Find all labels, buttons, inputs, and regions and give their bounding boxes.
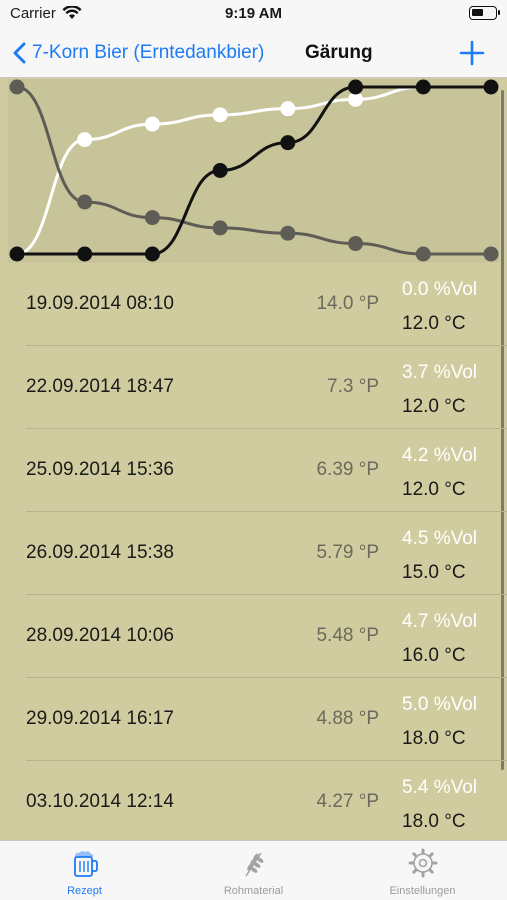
series-2-point-3 [212,163,228,178]
series-0-point-1 [77,132,93,148]
series-1-point-6 [415,246,431,262]
entry-plato: 4.88 °P [316,708,379,729]
chart-svg [9,79,499,262]
list-item[interactable]: 19.09.2014 08:10 14.0 °P 0.0 %Vol 12.0 °… [0,263,507,346]
series-2-point-6 [415,79,431,95]
list-item[interactable]: 26.09.2014 15:38 5.79 °P 4.5 %Vol 15.0 °… [0,512,507,595]
series-1-point-5 [348,236,364,252]
entry-date: 22.09.2014 18:47 [26,376,174,397]
tab-label-rezept: Rezept [67,885,102,897]
back-button[interactable]: 7-Korn Bier (Erntedankbier) [12,38,264,68]
entry-date: 29.09.2014 16:17 [26,708,174,729]
entry-alcohol: 5.0 %Vol [402,694,477,715]
series-2-point-4 [280,135,296,151]
tab-label-einstellungen: Einstellungen [389,885,456,897]
series-1-point-3 [212,220,228,236]
tab-bar: Rezept Rohmaterial Einstellungen [0,840,507,900]
tab-label-rohmaterial: Rohmaterial [223,885,284,897]
list-item[interactable]: 28.09.2014 10:06 5.48 °P 4.7 %Vol 16.0 °… [0,595,507,678]
entry-temperature: 16.0 °C [402,645,466,666]
status-bar: Carrier 9:19 AM [0,0,507,28]
list-item[interactable]: 25.09.2014 15:36 6.39 °P 4.2 %Vol 12.0 °… [0,429,507,512]
entry-temperature: 12.0 °C [402,396,466,417]
tab-rohmaterial[interactable]: Rohmaterial [169,841,338,900]
status-time: 9:19 AM [225,5,282,22]
entry-temperature: 18.0 °C [402,728,466,749]
fermentation-entries-list: 19.09.2014 08:10 14.0 °P 0.0 %Vol 12.0 °… [0,263,507,840]
navigation-bar: 7-Korn Bier (Erntedankbier) Gärung [0,28,507,78]
entry-date: 25.09.2014 15:36 [26,459,174,480]
series-0-point-3 [212,107,228,123]
gear-icon [408,848,438,878]
series-2-point-0 [9,246,25,262]
add-icon[interactable] [457,38,487,68]
entry-temperature: 12.0 °C [402,313,466,334]
page-title: Gärung [305,42,373,63]
entry-plato: 5.48 °P [316,625,379,646]
series-1-point-7 [483,246,499,262]
wheat-icon [245,852,264,877]
series-0-point-2 [144,116,160,132]
entry-alcohol: 0.0 %Vol [402,279,477,300]
entry-temperature: 12.0 °C [402,479,466,500]
series-2-point-2 [144,246,160,262]
entry-alcohol: 4.5 %Vol [402,528,477,549]
entry-temperature: 15.0 °C [402,562,466,583]
tab-rezept[interactable]: Rezept [0,841,169,900]
fermentation-chart [8,79,499,263]
entry-date: 26.09.2014 15:38 [26,542,174,563]
entry-alcohol: 5.4 %Vol [402,777,477,798]
series-1-point-1 [77,194,93,210]
entry-plato: 6.39 °P [316,459,379,480]
entry-plato: 14.0 °P [316,293,379,314]
entry-date: 19.09.2014 08:10 [26,293,174,314]
entry-alcohol: 4.2 %Vol [402,445,477,466]
series-2-point-1 [77,246,93,262]
chevron-left-icon [13,42,26,64]
battery-icon [469,6,500,20]
list-item[interactable]: 03.10.2014 12:14 4.27 °P 5.4 %Vol 18.0 °… [0,761,507,840]
series-0-point-4 [280,101,296,117]
entry-date: 03.10.2014 12:14 [26,791,174,812]
beer-mug-icon [74,851,98,877]
series-1-point-4 [280,225,296,241]
list-item[interactable]: 22.09.2014 18:47 7.3 °P 3.7 %Vol 12.0 °C [0,346,507,429]
entry-plato: 4.27 °P [316,791,379,812]
tab-einstellungen[interactable]: Einstellungen [338,841,507,900]
entry-alcohol: 4.7 %Vol [402,611,477,632]
entry-temperature: 18.0 °C [402,811,466,832]
series-2-point-5 [348,79,364,95]
entry-plato: 7.3 °P [327,376,379,397]
entry-date: 28.09.2014 10:06 [26,625,174,646]
series-line-0 [16,85,491,256]
series-1-point-2 [144,210,160,226]
back-button-label: 7-Korn Bier (Erntedankbier) [32,42,265,63]
entry-alcohol: 3.7 %Vol [402,362,477,383]
series-1-point-0 [9,79,25,95]
entry-plato: 5.79 °P [316,542,379,563]
list-item[interactable]: 29.09.2014 16:17 4.88 °P 5.0 %Vol 18.0 °… [0,678,507,761]
series-2-point-7 [483,79,499,95]
